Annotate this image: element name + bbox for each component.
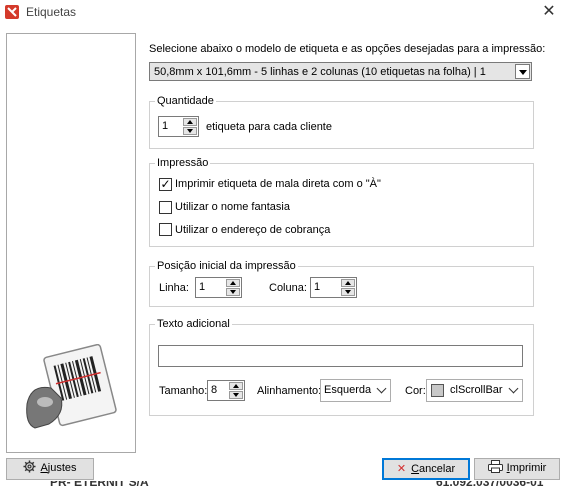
texto-adicional-group: [149, 324, 534, 416]
chevron-down-icon: [508, 383, 519, 394]
cancelar-button-label: ✕ Cancelar: [397, 463, 455, 475]
tamanho-stepper[interactable]: 8: [207, 380, 245, 401]
background-cnpj-text: 61.092.037/0036-01: [436, 481, 544, 489]
spin-down-button[interactable]: [229, 391, 243, 399]
cancelar-button[interactable]: ✕ Cancelar: [382, 458, 470, 480]
cancel-x-icon: ✕: [396, 463, 407, 475]
linha-stepper[interactable]: 1: [195, 277, 242, 298]
imprimir-button[interactable]: Imprimir: [474, 458, 560, 480]
spin-down-button[interactable]: [183, 127, 197, 135]
close-icon[interactable]: ✕: [540, 3, 558, 21]
texto-adicional-input[interactable]: [158, 345, 523, 367]
model-prompt-label: Selecione abaixo o modelo de etiqueta e …: [149, 43, 546, 55]
title-bar: [0, 0, 564, 26]
tamanho-label: Tamanho:: [159, 385, 208, 397]
ajustes-button[interactable]: Ajustes: [6, 458, 94, 480]
imprimir-rest: mprimir: [509, 462, 547, 474]
mala-direta-label[interactable]: Imprimir etiqueta de mala direta com o "…: [175, 178, 381, 190]
coluna-label: Coluna:: [269, 282, 307, 294]
label-model-dropdown[interactable]: 50,8mm x 101,6mm - 5 linhas e 2 colunas …: [149, 62, 532, 81]
background-window-strip: PR- ETERNIT S/A 61.092.037/0036-01: [0, 481, 564, 490]
cor-select[interactable]: clScrollBar: [426, 379, 523, 402]
spin-up-button[interactable]: [229, 382, 243, 390]
spin-down-button[interactable]: [341, 288, 355, 296]
arrow-down-icon: [345, 290, 351, 294]
quantidade-title: Quantidade: [155, 95, 216, 107]
color-swatch: [431, 384, 444, 397]
coluna-stepper[interactable]: 1: [310, 277, 357, 298]
ajustes-button-label: Ajustes: [23, 460, 77, 474]
app-logo-icon: [5, 5, 19, 19]
illustration-panel: [6, 33, 136, 453]
arrow-up-icon: [230, 281, 236, 285]
gear-icon: [23, 460, 36, 473]
linha-label: Linha:: [159, 282, 189, 294]
quantidade-stepper[interactable]: 1: [158, 116, 199, 137]
spin-down-button[interactable]: [226, 288, 240, 296]
spin-up-button[interactable]: [341, 279, 355, 287]
quantidade-suffix: etiqueta para cada cliente: [206, 121, 332, 133]
texto-adicional-title: Texto adicional: [155, 318, 232, 330]
cor-label: Cor:: [405, 385, 426, 397]
arrow-down-icon: [233, 393, 239, 397]
ajustes-rest: justes: [47, 462, 77, 474]
cancelar-mnemonic: C: [411, 463, 420, 475]
alinhamento-select[interactable]: Esquerda: [320, 379, 391, 402]
chevron-down-icon: [518, 70, 527, 75]
linha-value: 1: [199, 281, 206, 293]
spin-up-button[interactable]: [226, 279, 240, 287]
arrow-down-icon: [230, 290, 236, 294]
imprimir-button-label: Imprimir: [487, 460, 547, 474]
coluna-value: 1: [314, 281, 321, 293]
arrow-up-icon: [233, 384, 239, 388]
alinhamento-label: Alinhamento:: [257, 385, 322, 397]
window-title: Etiquetas: [26, 5, 77, 19]
background-company-text: PR- ETERNIT S/A: [50, 481, 149, 489]
barcode-scanner-icon: [26, 344, 117, 429]
tamanho-value: 8: [211, 384, 218, 396]
cor-value: clScrollBar: [450, 384, 503, 396]
chevron-down-icon: [376, 383, 387, 394]
printer-icon: [487, 460, 503, 473]
nome-fantasia-label[interactable]: Utilizar o nome fantasia: [175, 201, 290, 213]
checkmark-icon: ✓: [160, 177, 171, 191]
nome-fantasia-checkbox[interactable]: [159, 201, 172, 214]
arrow-up-icon: [345, 281, 351, 285]
posicao-title: Posição inicial da impressão: [155, 260, 298, 272]
impressao-title: Impressão: [155, 157, 211, 169]
label-model-value: 50,8mm x 101,6mm - 5 linhas e 2 colunas …: [154, 66, 486, 78]
endereco-cobranca-checkbox[interactable]: [159, 223, 172, 236]
arrow-up-icon: [187, 120, 193, 124]
quantidade-value: 1: [162, 120, 169, 132]
endereco-cobranca-label[interactable]: Utilizar o endereço de cobrança: [175, 224, 330, 236]
mala-direta-checkbox[interactable]: ✓: [159, 178, 172, 191]
ajustes-mnemonic: A: [40, 462, 48, 474]
dropdown-button[interactable]: [515, 64, 530, 79]
spin-up-button[interactable]: [183, 118, 197, 126]
alinhamento-value: Esquerda: [324, 384, 372, 396]
cancelar-rest: ancelar: [419, 463, 456, 475]
arrow-down-icon: [187, 129, 193, 133]
